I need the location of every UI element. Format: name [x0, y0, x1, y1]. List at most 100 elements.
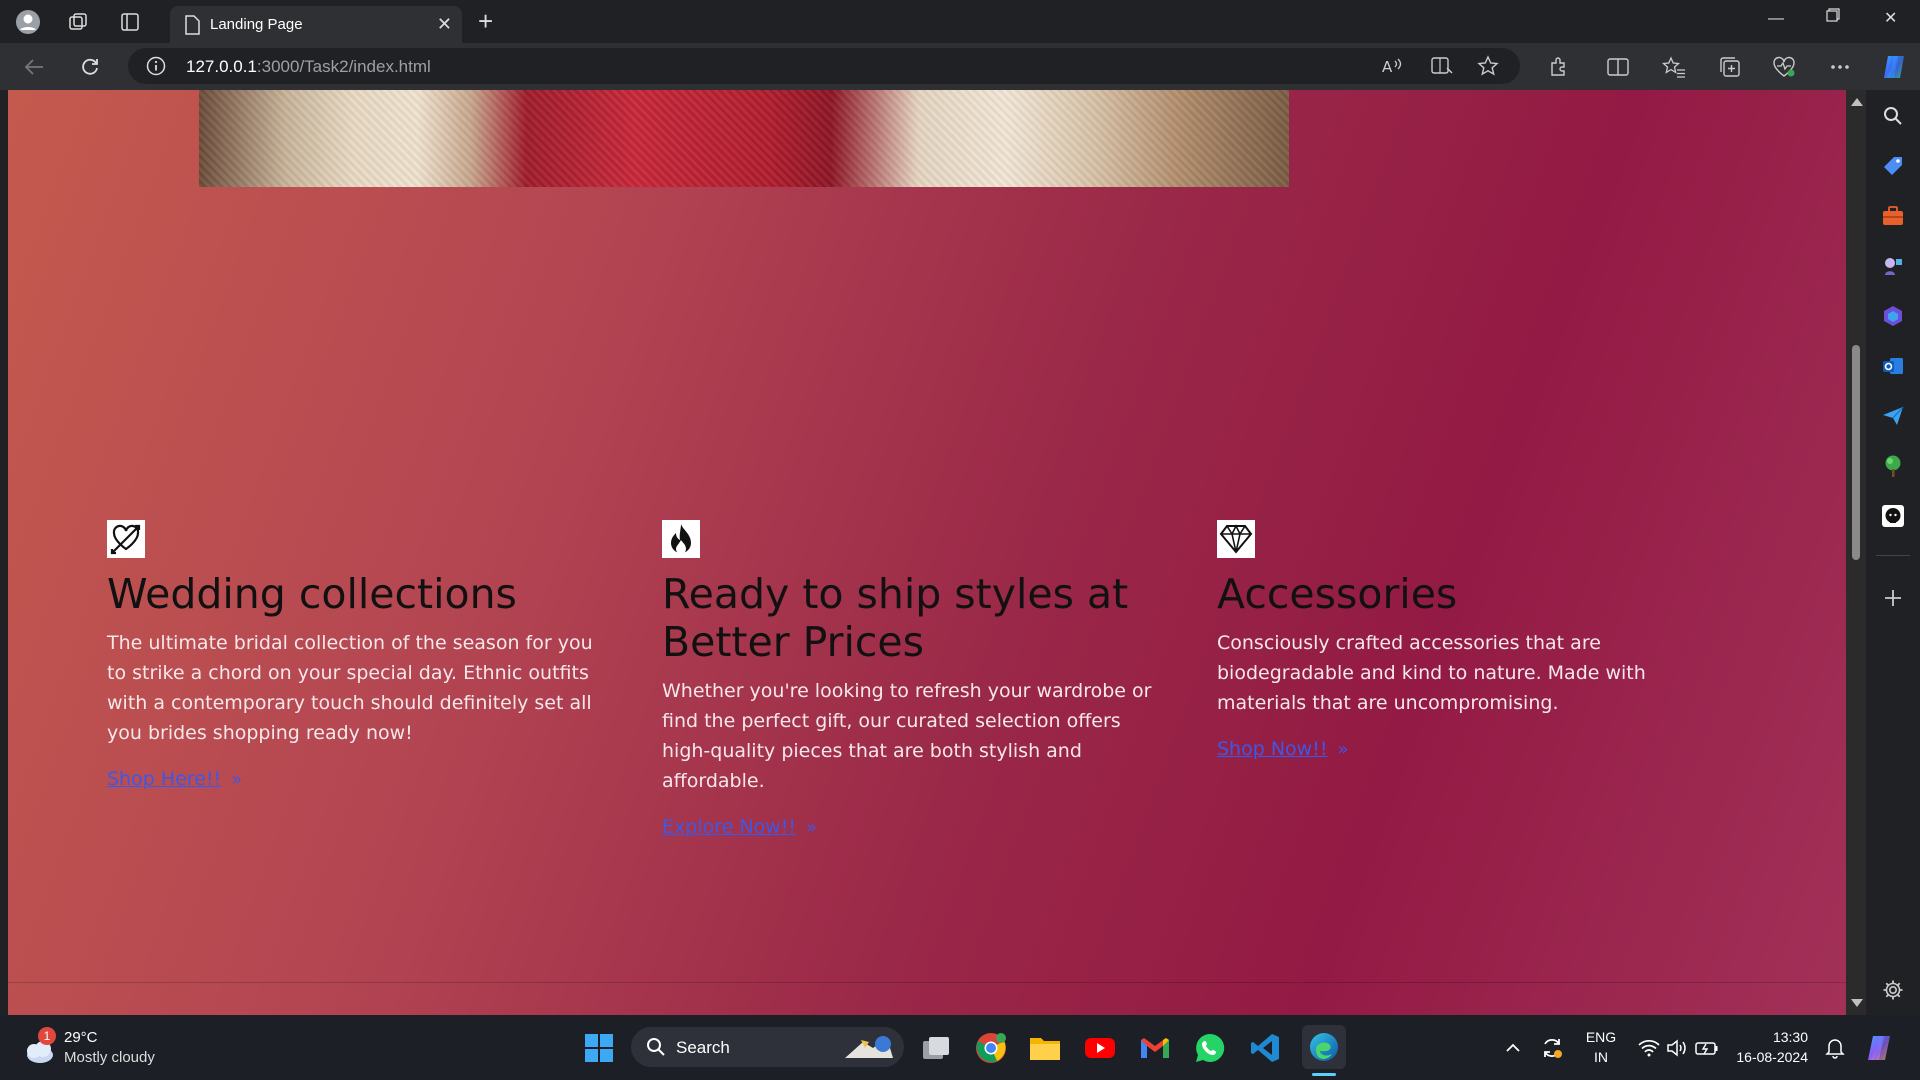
link-label: Explore Now!!: [662, 816, 796, 838]
taskbar-search[interactable]: Search: [631, 1027, 904, 1067]
vertical-tabs-icon[interactable]: [116, 8, 144, 36]
refresh-icon[interactable]: [76, 53, 104, 81]
restore-icon[interactable]: [1826, 8, 1840, 27]
page-scrollbar[interactable]: [1846, 90, 1866, 1015]
sync-status-icon[interactable]: [1535, 1031, 1569, 1065]
read-aloud-icon[interactable]: A: [1380, 54, 1404, 78]
card-text: The ultimate bridal collection of the se…: [107, 632, 593, 744]
hero-bridal-image: [199, 90, 1289, 187]
search-highlight-icon: [845, 1036, 893, 1058]
weather-temp: 29°C: [64, 1029, 98, 1046]
minimize-icon[interactable]: —: [1768, 10, 1784, 28]
clock-time[interactable]: 13:30: [1726, 1029, 1808, 1045]
scroll-thumb[interactable]: [1852, 345, 1860, 560]
diamond-icon: [1217, 520, 1255, 558]
youtube-icon[interactable]: [1083, 1031, 1117, 1065]
card-wedding-collections: Wedding collections The ultimate bridal …: [107, 520, 607, 790]
card-title: Accessories: [1217, 570, 1458, 618]
tray-overflow-chevron-icon[interactable]: [1496, 1031, 1530, 1065]
weather-alert-badge: 1: [38, 1027, 56, 1045]
card-text: Whether you're looking to refresh your w…: [662, 680, 1152, 792]
split-screen-icon[interactable]: [1604, 53, 1632, 81]
more-menu-icon[interactable]: [1826, 53, 1854, 81]
tab-title: Landing Page: [210, 16, 303, 33]
document-icon: [184, 15, 200, 40]
extensions-icon[interactable]: [1545, 53, 1573, 81]
add-sidebar-app-icon[interactable]: [1879, 584, 1907, 612]
games-icon[interactable]: [1879, 252, 1907, 280]
url-path: :3000/Task2/index.html: [256, 57, 431, 76]
card-accessories: Accessories Consciously crafted accessor…: [1217, 520, 1717, 760]
outlook-icon[interactable]: [1879, 352, 1907, 380]
collections-icon[interactable]: [1716, 53, 1744, 81]
weather-widget[interactable]: 1 29°C Mostly cloudy: [20, 1027, 200, 1071]
address-bar-row: 127.0.0.1:3000/Task2/index.html A: [0, 43, 1920, 90]
tools-briefcase-icon[interactable]: [1879, 202, 1907, 230]
card-title: Wedding collections: [107, 570, 517, 618]
address-bar[interactable]: 127.0.0.1:3000/Task2/index.html A: [128, 48, 1520, 84]
clock-date: 16-08-2024: [1736, 1049, 1808, 1065]
sidebar-divider: [1876, 555, 1910, 556]
flame-icon: [662, 520, 700, 558]
card-title: Ready to ship styles at Better Prices: [662, 570, 1129, 666]
chevron-right-icon: »: [805, 817, 817, 838]
task-view-icon[interactable]: [919, 1031, 953, 1065]
search-icon: [647, 1038, 665, 1056]
shop-now-link[interactable]: Shop Now!! »: [1217, 738, 1348, 760]
whatsapp-icon[interactable]: [1193, 1031, 1227, 1065]
new-tab-button[interactable]: +: [478, 8, 493, 34]
file-explorer-icon[interactable]: [1028, 1031, 1062, 1065]
back-icon[interactable]: [20, 53, 48, 81]
explore-now-link[interactable]: Explore Now!! »: [662, 816, 817, 838]
favorites-icon[interactable]: [1660, 53, 1688, 81]
search-label: Search: [676, 1038, 730, 1057]
workspaces-icon[interactable]: [64, 8, 92, 36]
chevron-right-icon: »: [1337, 739, 1349, 760]
svg-text:A: A: [1382, 58, 1393, 76]
tree-icon[interactable]: [1879, 452, 1907, 480]
language-top[interactable]: ENG: [1580, 1029, 1622, 1045]
language-bottom: IN: [1594, 1049, 1608, 1065]
volume-icon[interactable]: [1660, 1031, 1694, 1065]
windows-start-icon[interactable]: [582, 1031, 616, 1065]
tab-close-icon[interactable]: ✕: [437, 14, 452, 35]
section-divider: [8, 982, 1846, 983]
tab-landing-page[interactable]: Landing Page ✕: [170, 6, 462, 43]
shop-here-link[interactable]: Shop Here!! »: [107, 768, 242, 790]
link-label: Shop Now!!: [1217, 738, 1328, 760]
browser-title-bar: Landing Page ✕ + — ✕: [0, 0, 1920, 43]
battery-icon[interactable]: [1690, 1031, 1724, 1065]
heart-arrow-icon: [107, 520, 145, 558]
chevron-right-icon: »: [231, 769, 243, 790]
url-host: 127.0.0.1: [186, 57, 257, 76]
card-ready-to-ship: Ready to ship styles at Better Prices Wh…: [662, 520, 1162, 838]
immersive-reader-icon[interactable]: [1430, 54, 1454, 78]
link-label: Shop Here!!: [107, 768, 222, 790]
gmail-icon[interactable]: [1138, 1031, 1172, 1065]
github-icon[interactable]: [1879, 502, 1907, 530]
notifications-icon[interactable]: [1818, 1031, 1852, 1065]
telegram-send-icon[interactable]: [1879, 402, 1907, 430]
close-window-icon[interactable]: ✕: [1884, 8, 1897, 28]
scroll-up-arrow-icon[interactable]: [1851, 98, 1863, 106]
microsoft-365-icon[interactable]: [1879, 302, 1907, 330]
edge-sidebar: [1866, 90, 1920, 1015]
sidebar-search-icon[interactable]: [1879, 102, 1907, 130]
favorite-star-icon[interactable]: [1476, 54, 1500, 78]
scroll-down-arrow-icon[interactable]: [1851, 999, 1863, 1007]
browser-essentials-icon[interactable]: [1770, 53, 1798, 81]
weather-condition: Mostly cloudy: [64, 1049, 155, 1066]
card-text: Consciously crafted accessories that are…: [1217, 632, 1646, 714]
active-app-indicator: [1312, 1073, 1336, 1076]
vscode-icon[interactable]: [1248, 1031, 1282, 1065]
chrome-icon[interactable]: [974, 1031, 1008, 1065]
windows-taskbar: 1 29°C Mostly cloudy Search ENG IN 13:30…: [0, 1015, 1920, 1080]
sidebar-settings-gear-icon[interactable]: [1879, 976, 1907, 1004]
shopping-tag-icon[interactable]: [1879, 152, 1907, 180]
profile-icon[interactable]: [14, 8, 42, 36]
page-viewport: Wedding collections The ultimate bridal …: [8, 90, 1846, 1015]
copilot-taskbar-icon[interactable]: [1862, 1031, 1896, 1065]
edge-icon[interactable]: [1302, 1025, 1346, 1069]
site-info-icon[interactable]: [144, 54, 168, 78]
copilot-icon[interactable]: [1880, 53, 1908, 81]
